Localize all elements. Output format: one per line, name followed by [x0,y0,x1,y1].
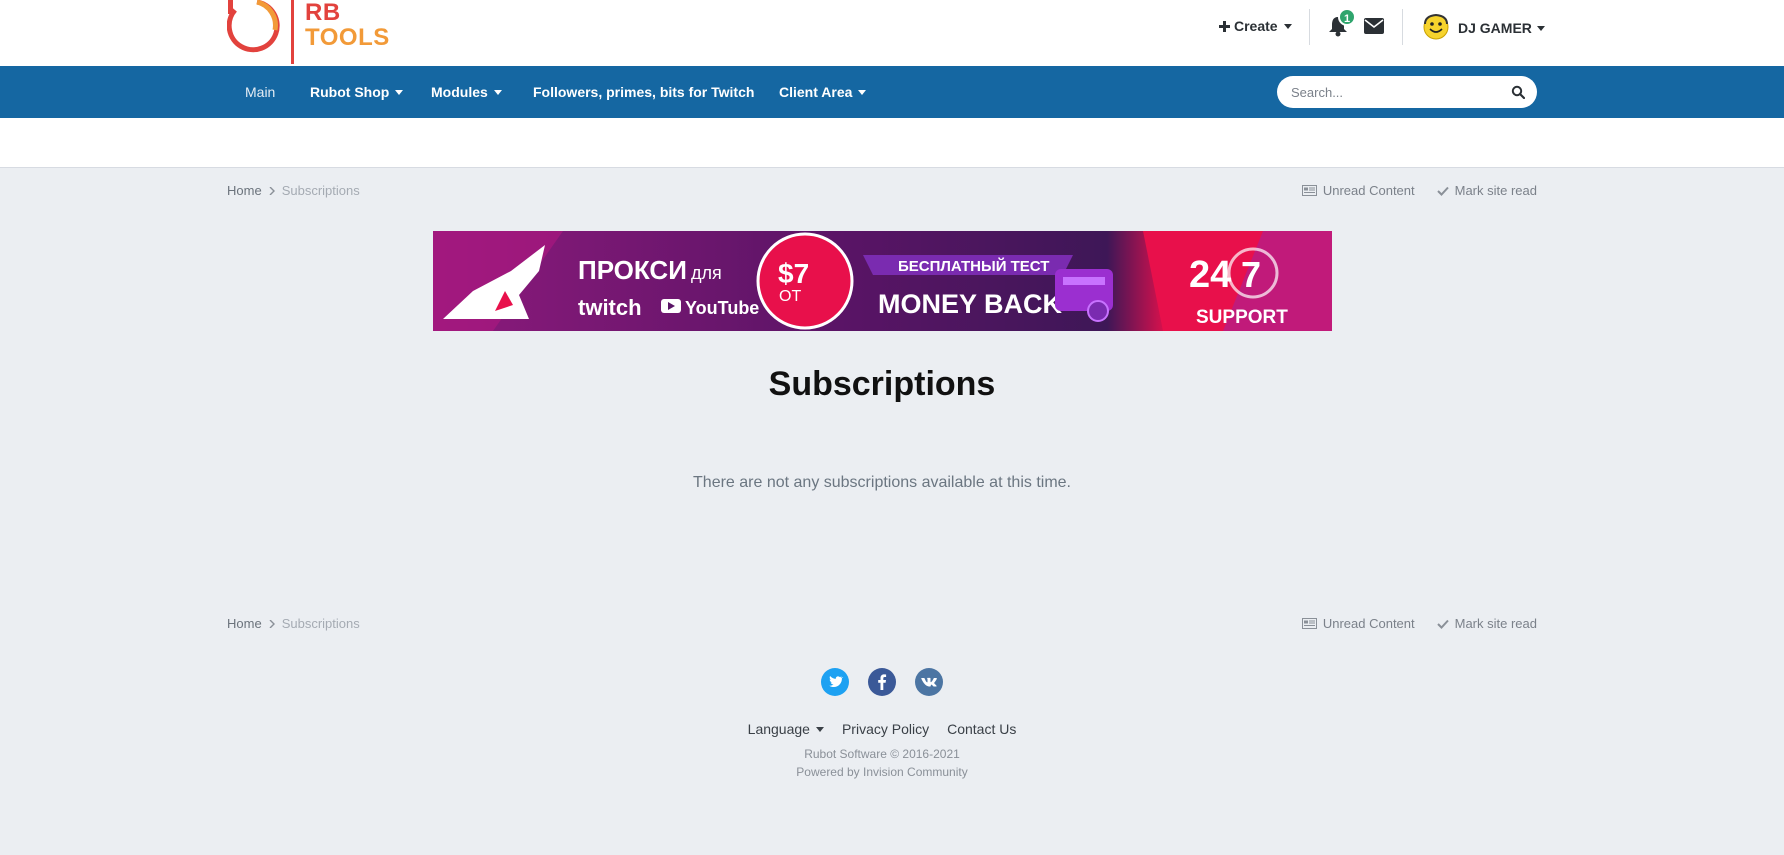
copyright: Rubot Software © 2016-2021 [804,747,960,761]
banner-hours: 24 [1189,254,1231,296]
chevron-right-icon [269,186,275,195]
privacy-label: Privacy Policy [841,721,930,737]
banner-youtube: YouTube [685,298,759,318]
plus-icon [1219,20,1230,32]
contact-label: Contact Us [947,721,1017,737]
logo-text: RB TOOLS [305,0,390,50]
page-title: Subscriptions [768,365,996,403]
newspaper-icon [1301,618,1317,629]
banner-support: SUPPORT [1196,307,1288,328]
nav-item-label: Client Area [779,84,853,100]
breadcrumb-actions-bottom: Unread Content Mark site read [1301,616,1537,631]
caret-down-icon [815,726,824,732]
banner-for: для [691,263,722,283]
mark-site-read-link[interactable]: Mark site read [1436,183,1537,198]
nav-item-label: Rubot Shop [310,84,390,100]
unread-content-label: Unread Content [1322,183,1415,198]
nav-item-rubot-shop[interactable]: Rubot Shop [310,84,404,100]
caret-down-icon [395,89,404,95]
unread-content-link[interactable]: Unread Content [1301,616,1415,631]
banner-free-test: БЕСПЛАТНЫЙ ТЕСТ [898,257,1049,275]
breadcrumb-home[interactable]: Home [227,183,262,198]
empty-state-message: There are not any subscriptions availabl… [693,474,1071,491]
breadcrumb-current: Subscriptions [281,616,360,631]
banner-price: $7 [778,258,809,289]
facebook-icon[interactable] [868,668,896,696]
unread-content-label: Unread Content [1322,616,1415,631]
check-icon [1436,619,1449,629]
newspaper-icon [1301,185,1317,196]
breadcrumb-bottom: Home Subscriptions [227,616,360,631]
mark-site-read-label: Mark site read [1454,616,1537,631]
chevron-right-icon [269,619,275,628]
banner-money-back: MONEY BACK [878,289,1063,319]
breadcrumb-actions: Unread Content Mark site read [1301,183,1537,198]
nav-item-client-area[interactable]: Client Area [779,84,867,100]
site-header: RB TOOLS Create 1 DJ GAMER [0,0,1784,66]
nav-item-label: Followers, primes, bits for Twitch [533,84,755,100]
breadcrumb-current: Subscriptions [281,183,360,198]
search-box [1277,76,1537,108]
user-menu[interactable]: DJ GAMER [1458,20,1545,36]
powered-by-link[interactable]: Powered by Invision Community [0,765,1764,779]
divider [1402,9,1403,45]
nav-item-modules[interactable]: Modules [431,84,502,100]
mark-site-read-link[interactable]: Mark site read [1436,616,1537,631]
contact-us-link[interactable]: Contact Us [947,721,1016,737]
breadcrumb: Home Subscriptions [227,183,360,198]
nav-item-main[interactable]: Main [245,84,275,100]
language-menu[interactable]: Language [748,721,824,737]
banner-proxy: ПРОКСИ [578,255,687,285]
logo-rb: RB [305,0,341,26]
caret-down-icon [1536,25,1545,31]
twitter-icon[interactable] [821,668,849,696]
banner-days: 7 [1241,254,1261,295]
check-icon [1436,186,1449,196]
vk-icon[interactable] [915,668,943,696]
logo-tools: TOOLS [305,24,390,51]
banner-twitch: twitch [578,295,642,320]
username: DJ GAMER [1458,20,1532,36]
notification-badge: 1 [1338,8,1356,26]
envelope-icon[interactable] [1364,18,1384,34]
language-label: Language [747,721,810,737]
divider [1309,9,1310,45]
footer-links: Language Privacy Policy Contact Us [0,721,1764,737]
caret-down-icon [858,89,867,95]
search-input[interactable] [1291,84,1491,100]
page-header-strip [0,118,1784,168]
create-menu[interactable]: Create [1219,18,1292,34]
banner-from: ОТ [779,288,801,305]
caret-down-icon [493,89,502,95]
breadcrumb-home[interactable]: Home [227,616,262,631]
avatar[interactable] [1423,14,1449,40]
caret-down-icon [1283,23,1292,29]
ad-banner[interactable]: ПРОКСИ для twitch YouTube $7 ОТ БЕСПЛАТН… [433,231,1332,331]
create-label: Create [1234,18,1278,34]
nav-item-label: Main [245,84,276,100]
unread-content-link[interactable]: Unread Content [1301,183,1415,198]
nav-item-label: Modules [431,84,488,100]
mark-site-read-label: Mark site read [1454,183,1537,198]
search-icon[interactable] [1511,85,1525,99]
privacy-policy-link[interactable]: Privacy Policy [842,721,929,737]
nav-item-followers[interactable]: Followers, primes, bits for Twitch [533,84,754,100]
